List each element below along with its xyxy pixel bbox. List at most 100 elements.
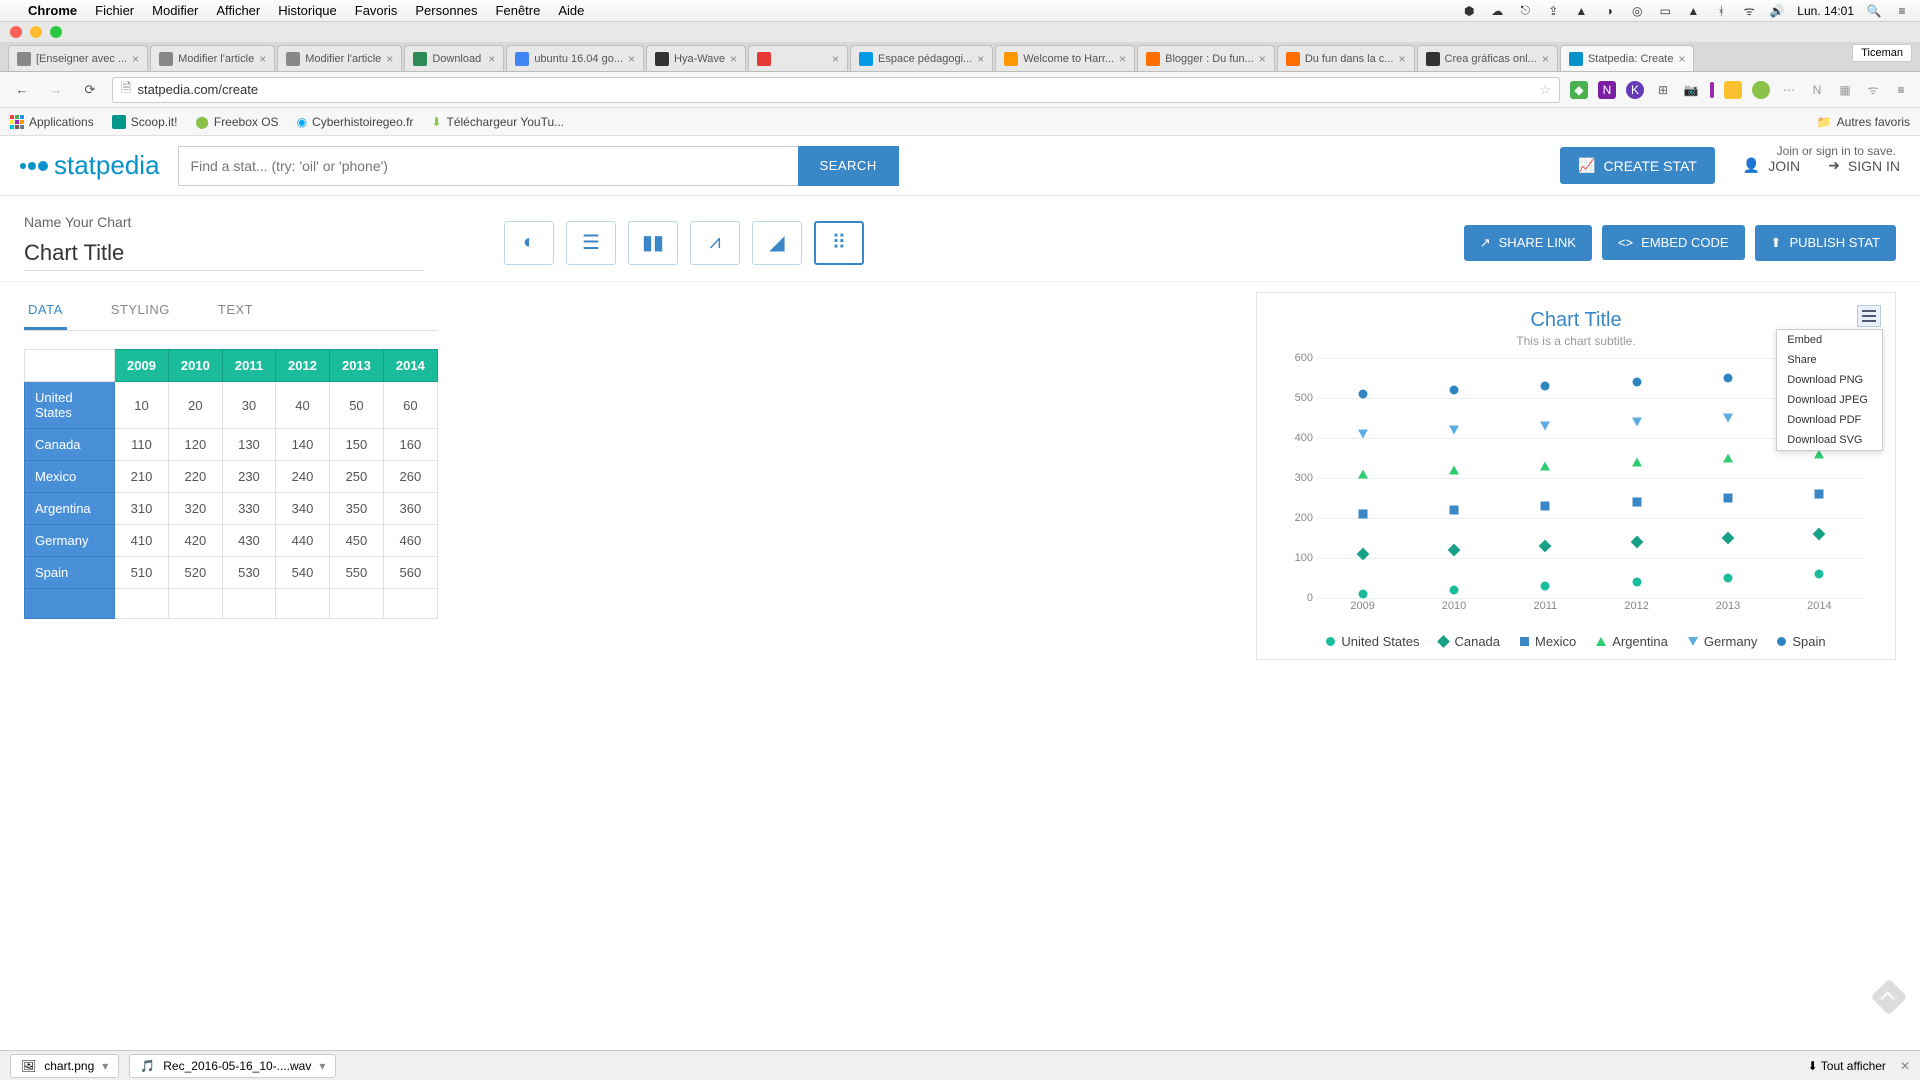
bookmark-item[interactable]: ⬤Freebox OS	[195, 115, 278, 129]
data-cell[interactable]	[115, 589, 169, 619]
search-button[interactable]: SEARCH	[798, 146, 899, 186]
data-cell[interactable]: 50	[329, 382, 383, 429]
close-shelf-button[interactable]: ✕	[1900, 1059, 1910, 1073]
data-cell[interactable]: 460	[383, 525, 437, 557]
tab-text[interactable]: TEXT	[214, 292, 257, 330]
data-point[interactable]	[1450, 386, 1459, 395]
data-point[interactable]	[1358, 430, 1368, 439]
data-cell[interactable]: 210	[115, 461, 169, 493]
mac-menu-item[interactable]: Fenêtre	[496, 3, 541, 18]
data-cell[interactable]: 350	[329, 493, 383, 525]
chrome-menu-icon[interactable]: ≡	[1892, 81, 1910, 99]
data-cell[interactable]: 360	[383, 493, 437, 525]
other-bookmarks[interactable]: 📁Autres favoris	[1817, 115, 1910, 129]
data-cell[interactable]: 260	[383, 461, 437, 493]
browser-tab[interactable]: Crea gráficas onl...×	[1417, 45, 1558, 71]
data-point[interactable]	[1632, 418, 1642, 427]
browser-tab[interactable]: Statpedia: Create×	[1560, 45, 1695, 71]
chart-type-vbar[interactable]: ▮▮	[628, 221, 678, 265]
reload-button[interactable]: ⟳	[78, 78, 102, 102]
data-point[interactable]	[1722, 532, 1735, 545]
search-input[interactable]	[178, 146, 798, 186]
data-cell[interactable]: 150	[329, 429, 383, 461]
scroll-to-top-button[interactable]	[1871, 979, 1908, 1016]
browser-tab[interactable]: ubuntu 16.04 go...×	[506, 45, 644, 71]
window-minimize-button[interactable]	[30, 26, 42, 38]
close-tab-icon[interactable]: ×	[1259, 52, 1266, 66]
tab-styling[interactable]: STYLING	[107, 292, 174, 330]
chart-type-hbar[interactable]: ☰	[566, 221, 616, 265]
ext-icon[interactable]: 📷	[1682, 81, 1700, 99]
embed-code-button[interactable]: <>EMBED CODE	[1602, 225, 1745, 260]
data-table[interactable]: 200920102011201220132014United States102…	[24, 349, 438, 619]
browser-tab[interactable]: Welcome to Harr...×	[995, 45, 1135, 71]
browser-tab[interactable]: ×	[748, 45, 848, 71]
ext-icon[interactable]: ⋯	[1780, 81, 1798, 99]
publish-stat-button[interactable]: ⬆PUBLISH STAT	[1755, 225, 1896, 261]
browser-tab[interactable]: Du fun dans la c...×	[1277, 45, 1415, 71]
row-header[interactable]: Germany	[25, 525, 115, 557]
data-point[interactable]	[1358, 510, 1367, 519]
data-point[interactable]	[1724, 494, 1733, 503]
row-header[interactable]: Canada	[25, 429, 115, 461]
back-button[interactable]: ←	[10, 78, 34, 102]
chart-title-input[interactable]	[24, 236, 424, 271]
data-cell[interactable]: 310	[115, 493, 169, 525]
ext-icon[interactable]: K	[1626, 81, 1644, 99]
mac-menu-item[interactable]: Modifier	[152, 3, 198, 18]
apps-button[interactable]: Applications	[10, 115, 94, 129]
year-header[interactable]: 2011	[222, 350, 275, 382]
data-point[interactable]	[1632, 458, 1642, 467]
legend-item[interactable]: Argentina	[1596, 634, 1668, 649]
download-item[interactable]: 🖼chart.png▾	[10, 1054, 119, 1078]
mac-app-name[interactable]: Chrome	[28, 3, 77, 18]
data-cell[interactable]: 430	[222, 525, 275, 557]
data-point[interactable]	[1723, 454, 1733, 463]
menubar-icon[interactable]: ⬢	[1461, 3, 1477, 19]
data-cell[interactable]	[383, 589, 437, 619]
data-point[interactable]	[1358, 390, 1367, 399]
menubar-clock[interactable]: Lun. 14:01	[1797, 4, 1854, 18]
browser-tab[interactable]: Hya-Wave×	[646, 45, 746, 71]
data-cell[interactable]	[222, 589, 275, 619]
dropbox-icon[interactable]: ⇪	[1545, 3, 1561, 19]
year-header[interactable]: 2010	[168, 350, 222, 382]
data-cell[interactable]: 560	[383, 557, 437, 589]
bookmark-item[interactable]: ⬇Téléchargeur YouTu...	[431, 115, 564, 129]
close-tab-icon[interactable]: ×	[1678, 52, 1685, 66]
menubar-icon[interactable]: ◑	[1601, 3, 1617, 19]
spotlight-icon[interactable]: 🔍	[1866, 3, 1882, 19]
year-header[interactable]: 2012	[276, 350, 330, 382]
mac-menu-item[interactable]: Afficher	[216, 3, 260, 18]
chart-menu-item[interactable]: Download PNG	[1777, 370, 1882, 390]
close-tab-icon[interactable]: ×	[1119, 52, 1126, 66]
display-icon[interactable]: ▭	[1657, 3, 1673, 19]
data-cell[interactable]: 250	[329, 461, 383, 493]
row-header[interactable]: United States	[25, 382, 115, 429]
data-point[interactable]	[1632, 578, 1641, 587]
chart-menu-item[interactable]: Download SVG	[1777, 430, 1882, 450]
data-cell[interactable]: 410	[115, 525, 169, 557]
forward-button[interactable]: →	[44, 78, 68, 102]
data-cell[interactable]: 130	[222, 429, 275, 461]
row-header[interactable]: Mexico	[25, 461, 115, 493]
window-close-button[interactable]	[10, 26, 22, 38]
data-cell[interactable]: 340	[276, 493, 330, 525]
mac-menu-item[interactable]: Personnes	[415, 3, 477, 18]
row-header[interactable]: Spain	[25, 557, 115, 589]
data-cell[interactable]: 30	[222, 382, 275, 429]
ext-icon[interactable]: N	[1598, 81, 1616, 99]
data-point[interactable]	[1540, 462, 1550, 471]
menubar-icon[interactable]: ☁	[1489, 3, 1505, 19]
bookmark-item[interactable]: Scoop.it!	[112, 115, 178, 129]
mac-menu-item[interactable]: Favoris	[355, 3, 398, 18]
ext-icon[interactable]: N	[1808, 81, 1826, 99]
legend-item[interactable]: Spain	[1777, 634, 1825, 649]
chart-menu-item[interactable]: Download JPEG	[1777, 390, 1882, 410]
ext-icon[interactable]	[1710, 82, 1714, 98]
ext-icon[interactable]: ⊞	[1654, 81, 1672, 99]
tab-data[interactable]: DATA	[24, 292, 67, 330]
show-all-downloads[interactable]: ⬇ Tout afficher	[1808, 1059, 1886, 1073]
close-tab-icon[interactable]: ×	[488, 52, 495, 66]
data-cell[interactable]: 60	[383, 382, 437, 429]
